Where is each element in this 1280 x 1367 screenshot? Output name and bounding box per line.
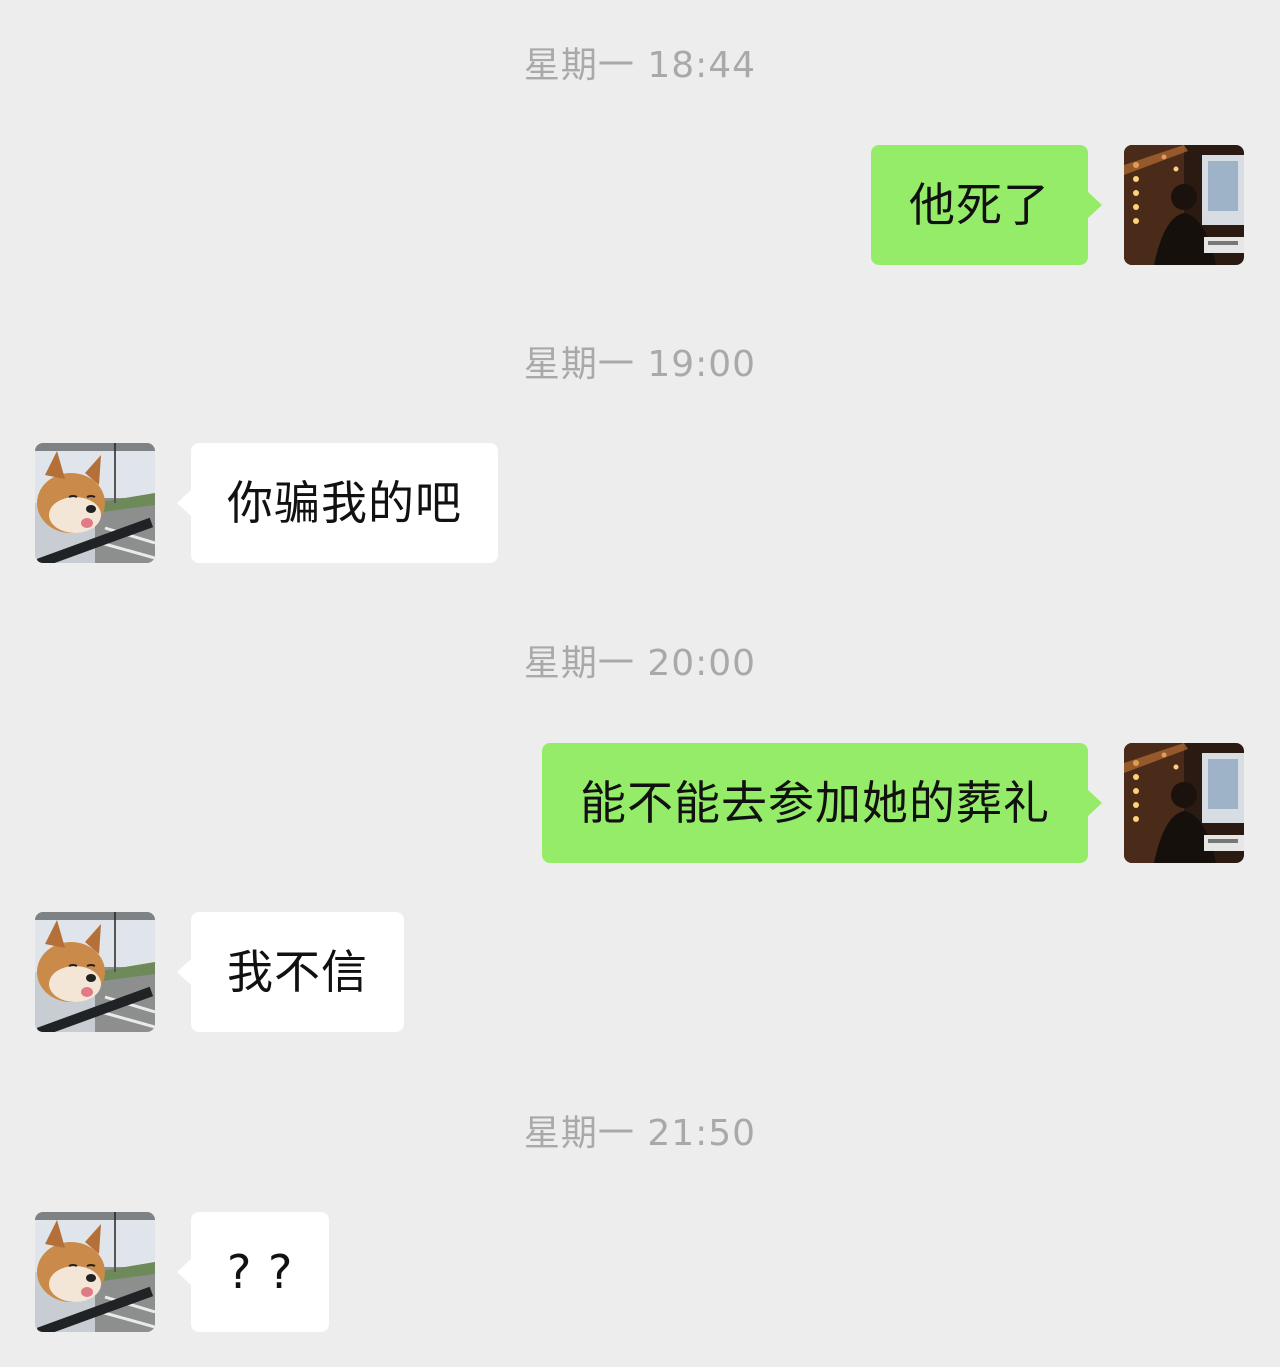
timestamp: 星期一 18:44 bbox=[523, 45, 757, 86]
received-message-bubble[interactable]: 你骗我的吧 bbox=[177, 443, 498, 563]
timestamp: 星期一 19:00 bbox=[523, 344, 757, 385]
sent-message-bubble[interactable]: 他死了 bbox=[871, 145, 1102, 265]
received-message-bubble[interactable]: ? ? bbox=[176, 1212, 330, 1332]
sent-message-bubble[interactable]: 能不能去参加她的葬礼 bbox=[542, 743, 1102, 863]
dog-avatar[interactable] bbox=[35, 1212, 155, 1332]
dog-avatar[interactable] bbox=[35, 912, 155, 1032]
timestamp: 星期一 20:00 bbox=[523, 643, 757, 684]
dog-avatar[interactable] bbox=[35, 443, 155, 563]
self-avatar[interactable] bbox=[1124, 145, 1244, 265]
received-message-bubble[interactable]: 我不信 bbox=[177, 912, 404, 1032]
self-avatar[interactable] bbox=[1124, 743, 1244, 863]
timestamp: 星期一 21:50 bbox=[523, 1113, 757, 1154]
